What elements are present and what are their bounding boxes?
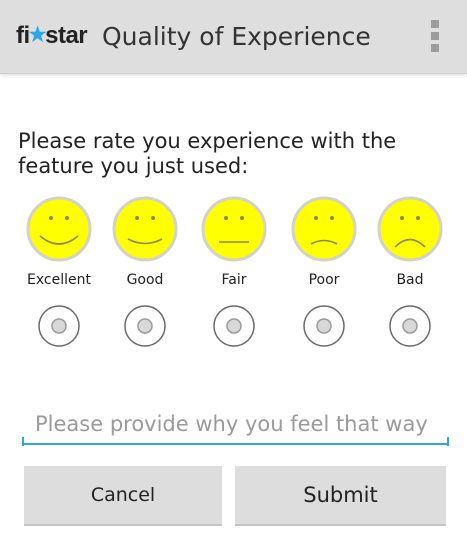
overflow-dot bbox=[431, 44, 439, 52]
very-happy-face-icon bbox=[26, 196, 92, 262]
overflow-dot bbox=[431, 32, 439, 40]
radio-good[interactable] bbox=[123, 304, 167, 348]
input-underline-right-tick bbox=[447, 437, 449, 446]
rating-option-bad[interactable]: Bad bbox=[370, 196, 450, 356]
neutral-face-icon bbox=[201, 196, 267, 262]
rating-option-poor[interactable]: Poor bbox=[284, 196, 364, 356]
radio-bad[interactable] bbox=[388, 304, 432, 348]
rating-label-fair: Fair bbox=[221, 272, 247, 288]
action-bar: fi★star Quality of Experience bbox=[0, 0, 467, 74]
rating-option-excellent[interactable]: Excellent bbox=[19, 196, 99, 356]
radio-poor[interactable] bbox=[302, 304, 346, 348]
very-sad-face-icon bbox=[377, 196, 443, 262]
happy-face-icon bbox=[112, 196, 178, 262]
rating-label-excellent: Excellent bbox=[27, 272, 91, 288]
rating-label-bad: Bad bbox=[396, 272, 424, 288]
logo-text-star: star bbox=[45, 22, 88, 49]
rating-option-fair[interactable]: Fair bbox=[194, 196, 274, 356]
feedback-comment-input[interactable] bbox=[22, 405, 449, 445]
rating-option-good[interactable]: Good bbox=[105, 196, 185, 356]
submit-button[interactable]: Submit bbox=[235, 466, 446, 526]
cancel-button[interactable]: Cancel bbox=[24, 466, 222, 526]
rating-prompt: Please rate you experience with the feat… bbox=[18, 129, 397, 178]
rating-label-good: Good bbox=[126, 272, 164, 288]
overflow-dot bbox=[431, 20, 439, 28]
input-underline-left-tick bbox=[22, 437, 24, 446]
logo-text-fi: fi bbox=[16, 22, 30, 49]
sad-face-icon bbox=[291, 196, 357, 262]
radio-fair[interactable] bbox=[212, 304, 256, 348]
overflow-menu-icon[interactable] bbox=[426, 18, 444, 54]
fistar-logo: fi★star bbox=[16, 22, 88, 50]
page-title: Quality of Experience bbox=[102, 22, 371, 51]
radio-excellent[interactable] bbox=[37, 304, 81, 348]
rating-label-poor: Poor bbox=[308, 272, 340, 288]
logo-star-icon: ★ bbox=[28, 24, 47, 46]
